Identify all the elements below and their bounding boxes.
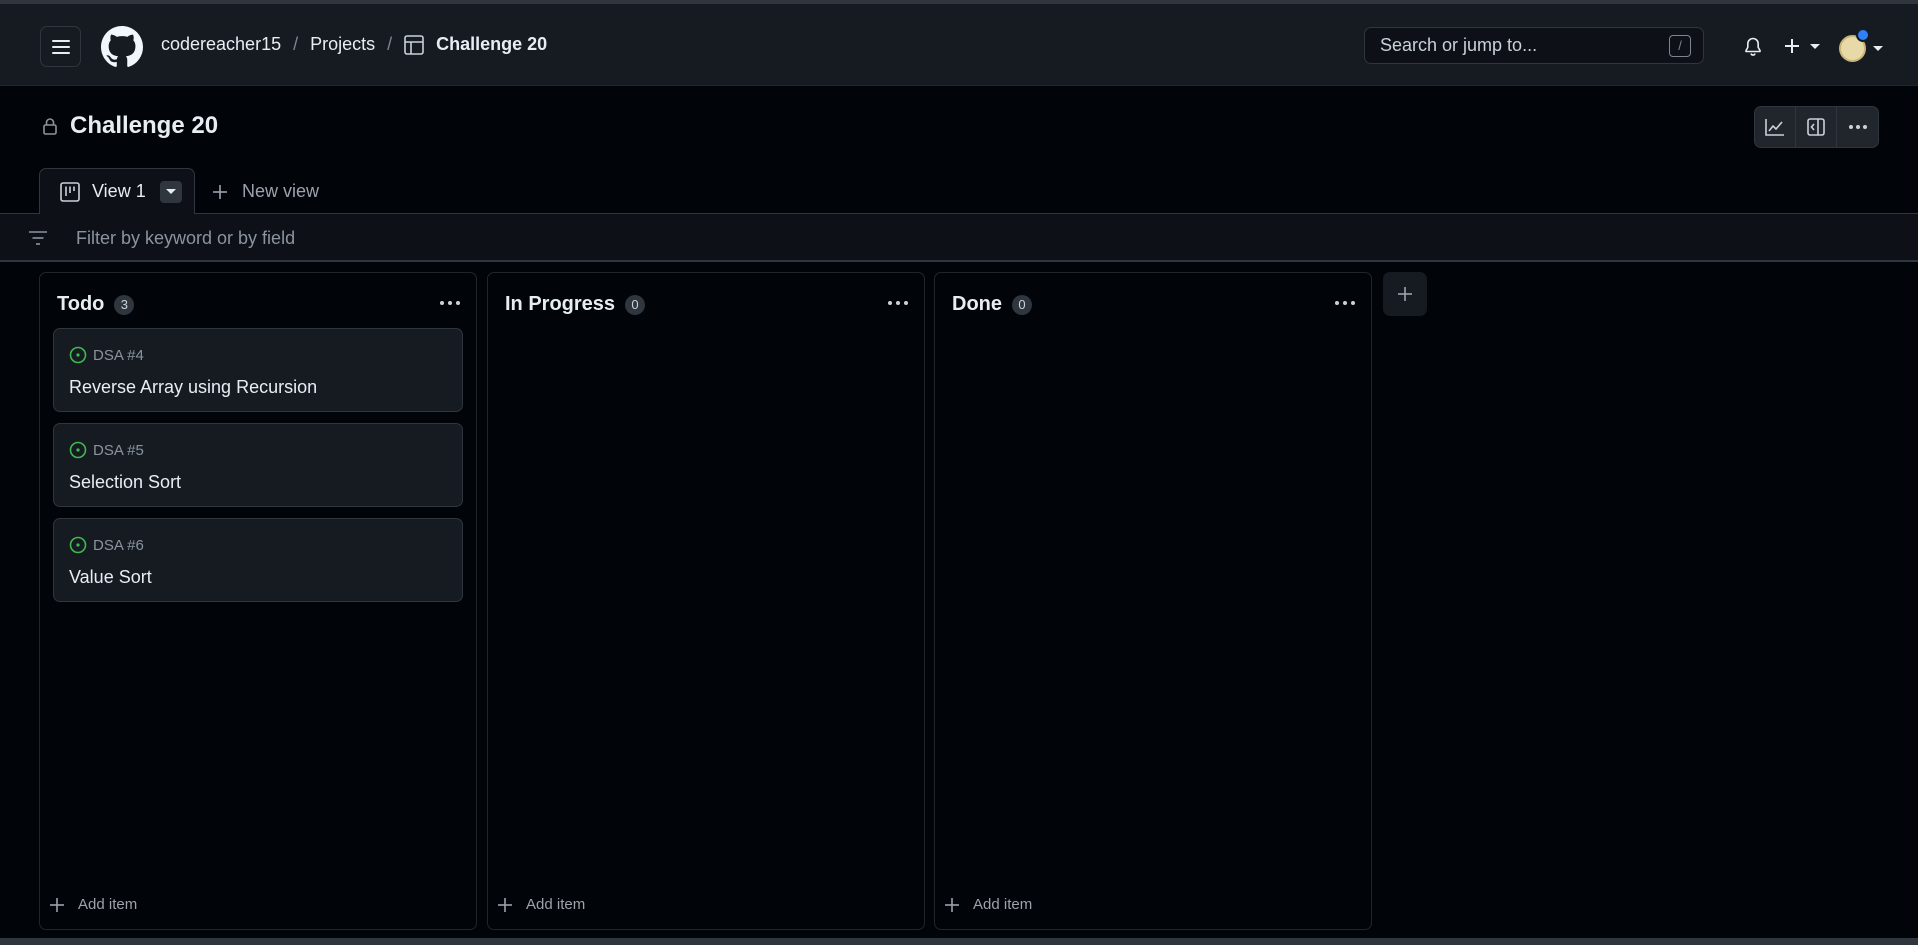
view-options-button[interactable] [159, 180, 182, 203]
project-title: Challenge 20 [70, 112, 219, 139]
add-item-label: Add item [78, 896, 138, 913]
horizontal-scrollbar[interactable] [0, 938, 1918, 945]
notifications-button[interactable] [1744, 37, 1762, 57]
column-header: In Progress 0 [505, 293, 646, 316]
filter-bar: Filter by keyword or by field [0, 214, 1918, 262]
breadcrumb: codereacher15 / Projects / Challenge 20 [161, 34, 547, 55]
filter-input[interactable]: Filter by keyword or by field [76, 228, 295, 249]
issue-open-icon [69, 441, 87, 459]
notification-dot [1856, 28, 1870, 42]
board-card[interactable]: DSA #5 Selection Sort [53, 423, 463, 507]
lock-icon [43, 118, 57, 135]
card-meta: DSA #6 [69, 536, 144, 554]
column-title: Todo [57, 293, 105, 315]
card-ref: DSA #4 [93, 346, 144, 364]
card-meta: DSA #5 [69, 441, 144, 459]
breadcrumb-current-project[interactable]: Challenge 20 [404, 34, 547, 55]
column-menu-button[interactable] [440, 301, 460, 305]
issue-open-icon [69, 346, 87, 364]
add-item-button[interactable]: Add item [498, 896, 585, 913]
column-count-badge: 0 [1012, 294, 1032, 315]
card-title[interactable]: Reverse Array using Recursion [69, 377, 317, 398]
new-view-button[interactable]: New view [212, 181, 319, 202]
global-header: codereacher15 / Projects / Challenge 20 … [0, 0, 1918, 86]
chevron-down-icon [1873, 46, 1883, 51]
column-count-badge: 0 [625, 294, 646, 315]
board-icon [60, 181, 80, 202]
add-column-button[interactable] [1383, 272, 1427, 316]
search-input[interactable]: Search or jump to... / [1364, 27, 1704, 64]
github-logo-icon[interactable] [101, 26, 143, 68]
search-placeholder: Search or jump to... [1380, 35, 1538, 55]
column-header: Todo 3 [57, 293, 135, 316]
board-column-done: Done 0 Add item [934, 272, 1372, 930]
column-title: Done [952, 293, 1002, 315]
search-shortcut-key: / [1669, 35, 1691, 57]
tab-view-1[interactable]: View 1 [39, 168, 195, 215]
filter-icon [29, 231, 47, 245]
column-menu-button[interactable] [888, 301, 908, 305]
issue-open-icon [69, 536, 87, 554]
plus-icon [1785, 39, 1799, 53]
breadcrumb-separator: / [293, 34, 299, 54]
plus-icon [945, 897, 959, 912]
tab-label: View 1 [92, 181, 146, 201]
menu-button[interactable] [40, 26, 81, 67]
breadcrumb-separator: / [387, 34, 393, 54]
add-item-button[interactable]: Add item [945, 896, 1032, 913]
board-column-in-progress: In Progress 0 Add item [487, 272, 925, 930]
chevron-down-icon [165, 189, 176, 194]
side-panel-icon [1807, 118, 1825, 136]
board-card[interactable]: DSA #6 Value Sort [53, 518, 463, 602]
bell-icon [1745, 37, 1761, 56]
insights-button[interactable] [1755, 107, 1796, 147]
plus-icon [1398, 287, 1412, 301]
board-column-todo: Todo 3 DSA #4 Reverse Array using Recurs… [39, 272, 477, 930]
plus-icon [498, 897, 512, 912]
card-ref: DSA #5 [93, 441, 144, 459]
chevron-down-icon [1810, 44, 1820, 49]
breadcrumb-owner[interactable]: codereacher15 [161, 34, 281, 55]
column-title: In Progress [505, 293, 616, 315]
column-count-badge: 3 [114, 294, 135, 315]
table-icon [404, 34, 424, 55]
create-new-button[interactable] [1784, 38, 1820, 54]
card-ref: DSA #6 [93, 536, 144, 554]
page-title: Challenge 20 [42, 112, 218, 140]
card-meta: DSA #4 [69, 346, 144, 364]
add-item-label: Add item [526, 896, 586, 913]
more-options-button[interactable] [1837, 107, 1878, 147]
project-actions [1754, 106, 1879, 148]
plus-icon [213, 184, 227, 199]
add-item-label: Add item [973, 896, 1033, 913]
side-panel-button[interactable] [1796, 107, 1837, 147]
new-view-label: New view [242, 181, 320, 201]
column-header: Done 0 [952, 293, 1032, 316]
breadcrumb-current-label: Challenge 20 [436, 34, 548, 54]
plus-icon [50, 897, 64, 912]
add-item-button[interactable]: Add item [50, 896, 137, 913]
insights-icon [1765, 119, 1784, 136]
board-card[interactable]: DSA #4 Reverse Array using Recursion [53, 328, 463, 412]
breadcrumb-projects[interactable]: Projects [310, 34, 375, 55]
card-title[interactable]: Value Sort [69, 567, 152, 588]
card-title[interactable]: Selection Sort [69, 472, 181, 493]
view-tabs: View 1 New view [0, 168, 1918, 215]
menu-icon [51, 39, 70, 54]
column-menu-button[interactable] [1335, 301, 1355, 305]
kebab-menu-icon [1848, 125, 1867, 129]
